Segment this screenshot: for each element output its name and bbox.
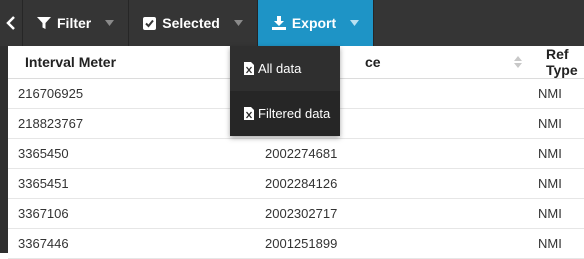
selected-button[interactable]: Selected [129,0,258,46]
export-all-data-item[interactable]: All data [230,46,340,91]
cell-ref-type: NMI [528,78,584,109]
cell-reference: 2002284126 [256,168,528,199]
checkbox-checked-icon [143,16,157,30]
caret-down-icon [105,20,115,26]
cell-interval-meter: 216706925 [8,78,256,109]
table-row[interactable]: 3365450 2002274681 NMI [8,138,584,169]
cell-ref-type: NMI [528,168,584,199]
export-button[interactable]: Export [257,0,375,46]
table-row[interactable]: 3365451 2002284126 NMI [8,168,584,199]
cell-ref-type: NMI [528,228,584,259]
cell-interval-meter: 3367446 [8,228,256,259]
export-all-data-label: All data [258,61,302,76]
left-rail [0,46,8,253]
cell-ref-type: NMI [528,198,584,229]
download-icon [271,16,286,30]
selected-label: Selected [162,15,220,31]
chevron-left-icon [6,16,15,30]
cell-reference: 2002274681 [256,138,528,169]
table-row[interactable]: 3367446 2001251899 NMI [8,228,584,259]
filter-icon [37,17,51,29]
export-label: Export [291,15,337,31]
column-header-ref-type[interactable]: Ref Type [528,46,584,79]
excel-file-icon [244,62,254,75]
filter-label: Filter [57,15,92,31]
cell-reference: 2002302717 [256,198,528,229]
cell-reference: 2001251899 [256,228,528,259]
caret-down-icon [350,20,360,26]
toolbar: Filter Selected Export [0,0,584,46]
table-row[interactable]: 3367106 2002302717 NMI [8,198,584,229]
export-filtered-data-item[interactable]: Filtered data [230,91,340,136]
export-dropdown-menu: All data Filtered data [230,46,340,136]
column-header-label: Ref Type [546,46,578,78]
excel-file-icon [244,107,254,120]
cell-interval-meter: 3365450 [8,138,256,169]
back-button[interactable] [0,0,23,46]
column-header-interval-meter[interactable]: Interval Meter [8,46,256,79]
filter-button[interactable]: Filter [23,0,130,46]
sort-icon [514,56,522,68]
cell-ref-type: NMI [528,108,584,139]
cell-interval-meter: 3365451 [8,168,256,199]
cell-ref-type: NMI [528,138,584,169]
caret-down-icon [233,20,243,26]
cell-interval-meter: 218823767 [8,108,256,139]
column-header-label: Interval Meter [25,54,117,70]
export-filtered-data-label: Filtered data [258,106,331,121]
cell-interval-meter: 3367106 [8,198,256,229]
